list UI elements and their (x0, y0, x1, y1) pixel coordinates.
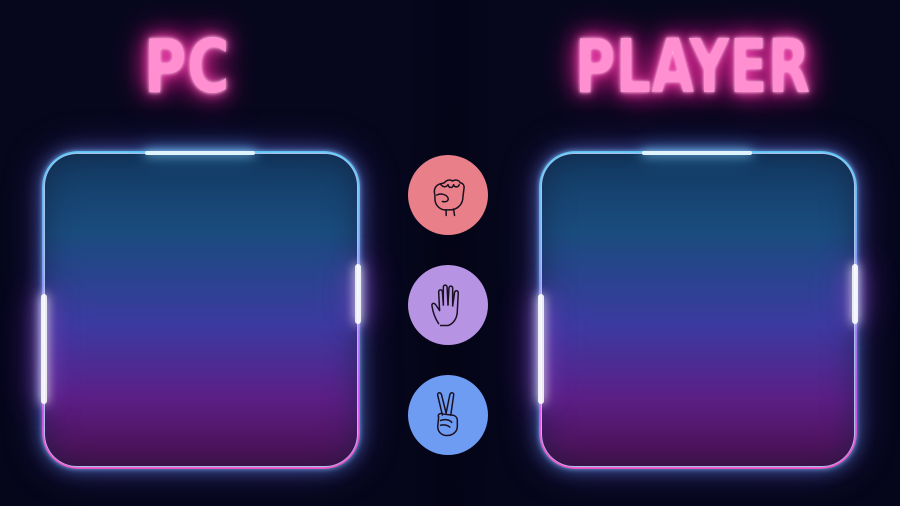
paper-button[interactable] (408, 265, 488, 345)
rock-button[interactable] (408, 155, 488, 235)
pc-choice-frame (41, 151, 361, 468)
scissors-button[interactable] (408, 375, 488, 455)
pc-title: PC (144, 24, 231, 110)
frame-glow-top (642, 151, 752, 155)
game-screen: PC PLAYER (0, 0, 900, 506)
peace-hand-icon (436, 392, 459, 437)
frame-glow-left (538, 294, 544, 404)
player-title: PLAYER (575, 24, 811, 110)
frame-glow-left (41, 294, 47, 404)
fist-icon (433, 179, 465, 217)
frame-glow-right (355, 264, 361, 324)
frame-glow-right (852, 264, 858, 324)
frame-glow-top (145, 151, 255, 155)
open-hand-icon (431, 284, 460, 327)
player-choice-frame (538, 151, 858, 468)
